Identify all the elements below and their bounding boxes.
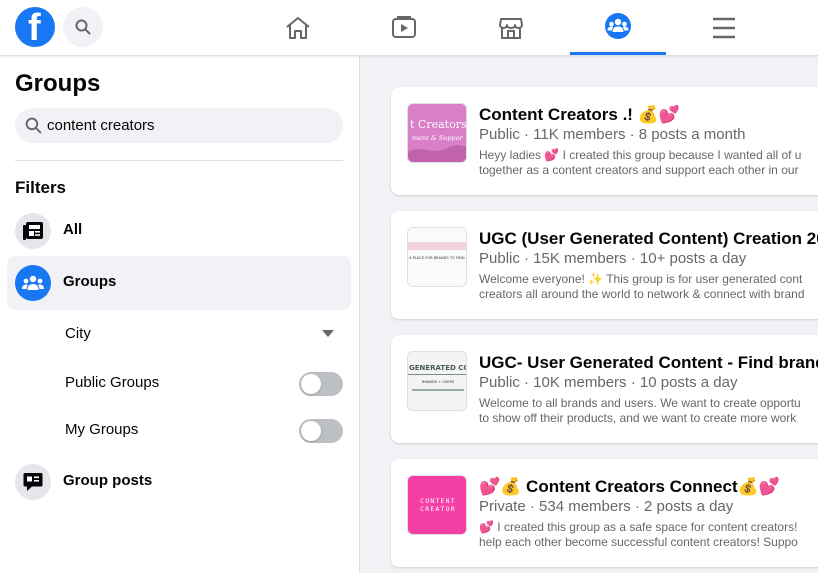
description-line: together as a content creators and suppo…: [479, 163, 799, 177]
my-groups-label: My Groups: [65, 421, 139, 438]
my-groups-toggle[interactable]: [299, 419, 343, 443]
city-filter-label[interactable]: City: [65, 325, 91, 342]
group-meta: Public · 15K members · 10+ posts a day: [479, 250, 747, 267]
description-line: help each other become successful conten…: [479, 535, 798, 549]
feed-icon-wrapper: [15, 213, 51, 249]
tab-marketplace[interactable]: [463, 0, 559, 55]
group-thumbnail[interactable]: CONTENT CREATOR: [407, 475, 467, 535]
group-result-card[interactable]: t Creators ment & Suppor Content Creator…: [391, 87, 818, 195]
group-thumbnail[interactable]: GENERATED CON BRANDS + USERS: [407, 351, 467, 411]
search-icon: [25, 117, 42, 134]
group-thumbnail[interactable]: A PLACE FOR BRANDS TO FIND: [407, 227, 467, 287]
group-meta: Public · 10K members · 10 posts a day: [479, 374, 738, 391]
groups-icon-wrapper: [15, 265, 51, 301]
marketplace-icon: [499, 17, 523, 39]
description-line: Heyy ladies 💕 I created this group becau…: [479, 148, 802, 162]
thumbnail-image: GENERATED CON BRANDS + USERS: [408, 352, 467, 410]
thumbnail-text: A PLACE FOR BRANDS TO FIND: [409, 256, 465, 260]
group-title[interactable]: UGC (User Generated Content) Creation 20…: [479, 229, 818, 249]
thumbnail-text: GENERATED CON: [409, 364, 467, 372]
thumbnail-text: CONTENT: [420, 497, 456, 505]
menu-icon: [713, 17, 735, 38]
group-result-card[interactable]: A PLACE FOR BRANDS TO FIND UGC (User Gen…: [391, 211, 818, 319]
group-result-card[interactable]: GENERATED CON BRANDS + USERS UGC- User G…: [391, 335, 818, 443]
sidebar-item-all[interactable]: All: [7, 204, 351, 258]
group-meta: Public · 11K members · 8 posts a month: [479, 126, 746, 143]
group-result-card[interactable]: CONTENT CREATOR 💕💰 Content Creators Conn…: [391, 459, 818, 567]
posts-icon: [23, 473, 43, 491]
search-input[interactable]: content creators: [15, 108, 343, 143]
group-thumbnail[interactable]: t Creators ment & Suppor: [407, 103, 467, 163]
sidebar-item-groups[interactable]: Groups: [7, 256, 351, 310]
sidebar-item-label: Groups: [63, 273, 117, 290]
thumbnail-text: ment & Suppor: [412, 134, 464, 142]
description-line: to show off their products, and we want …: [479, 411, 797, 425]
tab-home[interactable]: [250, 0, 346, 55]
sidebar-item-label: Group posts: [63, 472, 153, 489]
description-line: creators all around the world to network…: [479, 287, 805, 301]
description-line: 💕 I created this group as a safe space f…: [479, 520, 798, 534]
group-title[interactable]: 💕💰 Content Creators Connect💰💕: [479, 477, 780, 497]
thumbnail-image: CONTENT CREATOR: [408, 476, 466, 534]
public-groups-toggle[interactable]: [299, 372, 343, 396]
divider: [15, 160, 343, 161]
group-description: Welcome everyone! ✨ This group is for us…: [479, 272, 818, 302]
search-icon: [75, 19, 91, 35]
search-button[interactable]: [63, 7, 103, 47]
logo-letter: f: [28, 7, 41, 47]
sidebar: Groups content creators Filters All Grou…: [0, 56, 360, 573]
thumbnail-text: CREATOR: [420, 505, 456, 513]
video-icon: [392, 15, 416, 38]
groups-icon: [605, 13, 631, 39]
toggle-knob: [301, 374, 321, 394]
home-icon: [286, 16, 310, 39]
facebook-logo[interactable]: f: [15, 7, 55, 47]
page-title: Groups: [15, 70, 101, 97]
chevron-down-icon[interactable]: [322, 330, 334, 337]
group-description: Heyy ladies 💕 I created this group becau…: [479, 148, 818, 178]
thumbnail-text: BRANDS + USERS: [422, 380, 455, 384]
top-navigation-bar: f: [0, 0, 818, 56]
sidebar-item-group-posts[interactable]: Group posts: [7, 455, 351, 509]
thumbnail-text: t Creators: [410, 118, 467, 131]
description-line: Welcome everyone! ✨ This group is for us…: [479, 272, 803, 286]
tab-watch[interactable]: [356, 0, 452, 55]
groups-icon: [22, 275, 44, 290]
tab-groups[interactable]: [570, 0, 666, 55]
public-groups-label: Public Groups: [65, 374, 160, 391]
sidebar-item-label: All: [63, 221, 83, 238]
feed-icon: [23, 222, 43, 240]
description-line: Welcome to all brands and users. We want…: [479, 396, 801, 410]
toggle-knob: [301, 421, 321, 441]
tab-menu[interactable]: [676, 0, 772, 55]
group-title[interactable]: Content Creators .! 💰💕: [479, 105, 680, 125]
group-title[interactable]: UGC- User Generated Content - Find brand…: [479, 353, 818, 373]
group-description: Welcome to all brands and users. We want…: [479, 396, 818, 426]
group-meta: Private · 534 members · 2 posts a day: [479, 498, 734, 515]
filters-heading: Filters: [15, 178, 67, 197]
thumbnail-image: t Creators ment & Suppor: [408, 104, 467, 162]
search-input-value[interactable]: content creators: [47, 117, 155, 134]
thumbnail-image: A PLACE FOR BRANDS TO FIND: [408, 228, 466, 286]
posts-icon-wrapper: [15, 464, 51, 500]
group-description: 💕 I created this group as a safe space f…: [479, 520, 818, 550]
